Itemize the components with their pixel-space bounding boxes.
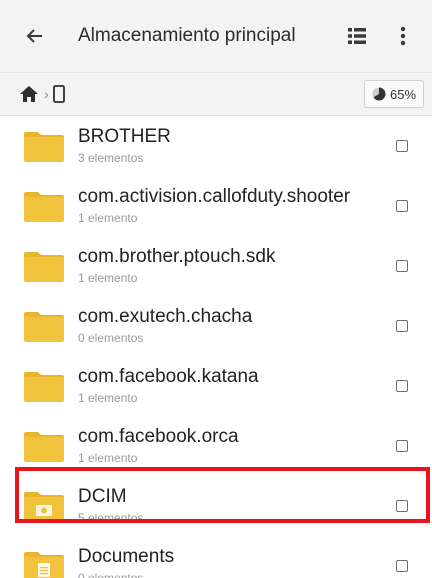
list-item-text: Documents 0 elementos	[78, 546, 372, 578]
folder-icon	[24, 432, 64, 462]
checkbox-box	[396, 440, 408, 452]
file-name: DCIM	[78, 486, 127, 507]
list-item-text: BROTHER 3 elementos	[78, 126, 372, 166]
page-title: Almacenamiento principal	[78, 25, 296, 46]
file-item-count: 1 elemento	[78, 391, 138, 405]
breadcrumb: › 65%	[0, 72, 432, 116]
select-checkbox[interactable]	[372, 296, 432, 356]
file-name: Documents	[78, 546, 175, 567]
file-manager-screen: Almacenamiento principal › 65% BROTHER 3…	[0, 0, 432, 578]
folder-icon	[24, 252, 64, 282]
list-item-6[interactable]: DCIM 5 elementos	[0, 476, 432, 536]
list-item-2[interactable]: com.brother.ptouch.sdk 1 elemento	[0, 236, 432, 296]
list-item-text: com.exutech.chacha 0 elementos	[78, 306, 372, 346]
list-item-5[interactable]: com.facebook.orca 1 elemento	[0, 416, 432, 476]
file-item-count: 0 elementos	[78, 571, 144, 578]
list-item-1[interactable]: com.activision.callofduty.shooter 1 elem…	[0, 176, 432, 236]
folder-icon	[24, 192, 64, 222]
checkbox-box	[396, 500, 408, 512]
select-checkbox[interactable]	[372, 236, 432, 296]
checkbox-box	[396, 320, 408, 332]
phone-icon[interactable]	[52, 85, 65, 103]
chevron-right-icon: ›	[44, 86, 49, 102]
select-checkbox[interactable]	[372, 176, 432, 236]
folder-icon	[24, 372, 64, 402]
file-name: com.facebook.orca	[78, 426, 239, 447]
file-name: com.facebook.katana	[78, 366, 259, 387]
list-item-text: com.facebook.orca 1 elemento	[78, 426, 372, 466]
pie-chart-icon	[372, 87, 386, 101]
select-checkbox[interactable]	[372, 476, 432, 536]
list-item-text: DCIM 5 elementos	[78, 486, 372, 526]
home-icon[interactable]	[20, 86, 38, 102]
select-checkbox[interactable]	[372, 416, 432, 476]
arrow-back-icon[interactable]	[18, 19, 52, 53]
file-name: BROTHER	[78, 126, 171, 147]
checkbox-box	[396, 260, 408, 272]
select-checkbox[interactable]	[372, 356, 432, 416]
file-item-count: 0 elementos	[78, 331, 144, 345]
list-item-text: com.activision.callofduty.shooter 1 elem…	[78, 186, 372, 226]
camera-folder-icon	[24, 492, 64, 522]
list-item-text: com.brother.ptouch.sdk 1 elemento	[78, 246, 372, 286]
storage-percent: 65%	[389, 86, 417, 102]
list-item-text: com.facebook.katana 1 elemento	[78, 366, 372, 406]
file-item-count: 1 elemento	[78, 211, 138, 225]
select-checkbox[interactable]	[372, 536, 432, 578]
list-item-7[interactable]: Documents 0 elementos	[0, 536, 432, 578]
file-item-count: 1 elemento	[78, 271, 138, 285]
toolbar: Almacenamiento principal	[0, 0, 432, 72]
file-list: BROTHER 3 elementos com.activision.callo…	[0, 116, 432, 578]
storage-usage-button[interactable]: 65%	[364, 80, 424, 108]
list-item-3[interactable]: com.exutech.chacha 0 elementos	[0, 296, 432, 356]
folder-icon	[24, 132, 64, 162]
checkbox-box	[396, 380, 408, 392]
file-item-count: 3 elementos	[78, 151, 144, 165]
list-view-icon[interactable]	[338, 17, 376, 55]
checkbox-box	[396, 140, 408, 152]
select-checkbox[interactable]	[372, 116, 432, 176]
file-name: com.activision.callofduty.shooter	[78, 186, 351, 207]
checkbox-box	[396, 560, 408, 572]
file-name: com.brother.ptouch.sdk	[78, 246, 276, 267]
checkbox-box	[396, 200, 408, 212]
file-item-count: 1 elemento	[78, 451, 138, 465]
more-vert-icon[interactable]	[384, 17, 422, 55]
list-item-4[interactable]: com.facebook.katana 1 elemento	[0, 356, 432, 416]
folder-icon	[24, 312, 64, 342]
file-item-count: 5 elementos	[78, 511, 144, 525]
file-name: com.exutech.chacha	[78, 306, 253, 327]
document-folder-icon	[24, 552, 64, 578]
list-item-0[interactable]: BROTHER 3 elementos	[0, 116, 432, 176]
